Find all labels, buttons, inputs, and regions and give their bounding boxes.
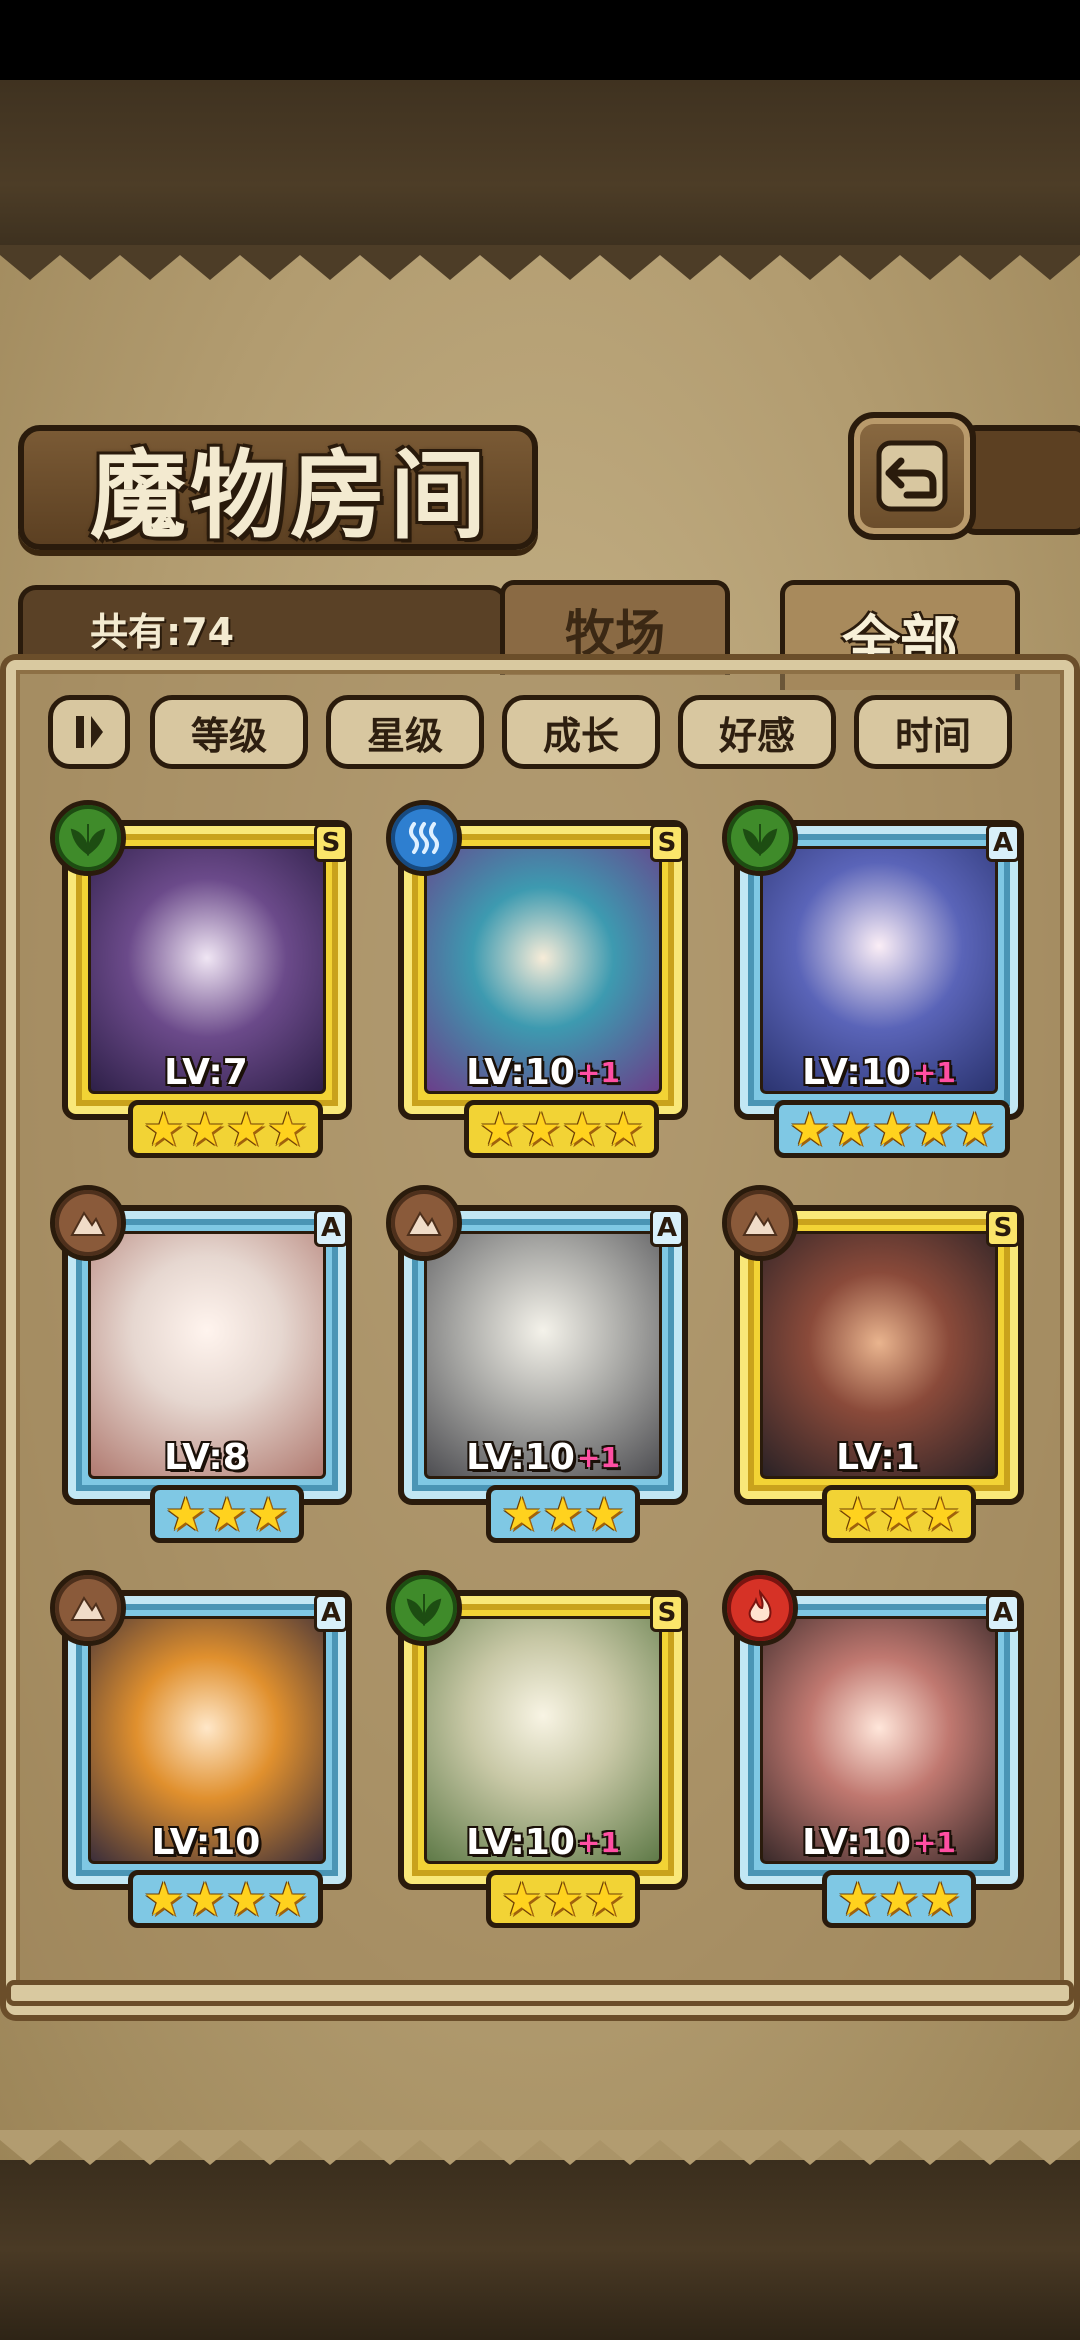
- monster-level: LV:7: [164, 1051, 248, 1093]
- star-rating: ★★★: [486, 1870, 640, 1928]
- back-arrow-icon: [876, 440, 948, 512]
- star-rating: ★★★: [822, 1870, 976, 1928]
- earth-element-icon: [722, 1185, 798, 1261]
- monster-level: LV:1: [836, 1436, 920, 1478]
- sort-by-affection-button[interactable]: 好感: [678, 695, 836, 769]
- monster-card[interactable]: S LV:10 +1 ★★★★: [386, 800, 696, 1160]
- rank-badge: S: [986, 1209, 1020, 1247]
- grass-element-icon: [50, 800, 126, 876]
- monster-count: 共有:74: [90, 609, 235, 654]
- panel-bottom-rail: [6, 1980, 1074, 2006]
- earth-element-icon: [50, 1185, 126, 1261]
- earth-element-icon: [386, 1185, 462, 1261]
- page-title: 魔物房间: [90, 439, 490, 552]
- rank-badge: S: [314, 824, 348, 862]
- map-background-top: [0, 80, 1080, 255]
- sort-order-icon: [76, 716, 103, 748]
- back-button[interactable]: [848, 412, 976, 540]
- status-bar: [0, 0, 1080, 80]
- monster-level: LV:10: [151, 1821, 261, 1863]
- monster-card[interactable]: A LV:10 +1 ★★★: [386, 1185, 696, 1545]
- monster-card[interactable]: A LV:10 +1 ★★★★★: [722, 800, 1032, 1160]
- zigzag-border-bottom: [0, 2130, 1080, 2165]
- water-element-icon: [386, 800, 462, 876]
- monster-level: LV:10 +1: [802, 1051, 956, 1093]
- monster-level: LV:8: [164, 1436, 248, 1478]
- monster-level: LV:10 +1: [466, 1821, 620, 1863]
- monster-card[interactable]: A LV:10 ★★★★: [50, 1570, 360, 1930]
- earth-element-icon: [50, 1570, 126, 1646]
- zigzag-border-top: [0, 245, 1080, 280]
- grass-element-icon: [722, 800, 798, 876]
- monster-card[interactable]: A LV:8 ★★★: [50, 1185, 360, 1545]
- monster-level: LV:10 +1: [802, 1821, 956, 1863]
- rank-badge: A: [986, 1594, 1020, 1632]
- rank-badge: S: [650, 1594, 684, 1632]
- monster-card[interactable]: S LV:1 ★★★: [722, 1185, 1032, 1545]
- star-rating: ★★★★: [128, 1100, 323, 1158]
- rank-badge: A: [986, 824, 1020, 862]
- sort-by-star-button[interactable]: 星级: [326, 695, 484, 769]
- monster-level: LV:10 +1: [466, 1436, 620, 1478]
- back-button-rail: [960, 425, 1080, 535]
- star-rating: ★★★: [822, 1485, 976, 1543]
- monster-level: LV:10 +1: [466, 1051, 620, 1093]
- sort-order-toggle[interactable]: [48, 695, 130, 769]
- sort-by-time-button[interactable]: 时间: [854, 695, 1012, 769]
- monster-card[interactable]: S LV:7 ★★★★: [50, 800, 360, 1160]
- grass-element-icon: [386, 1570, 462, 1646]
- star-rating: ★★★: [150, 1485, 304, 1543]
- star-rating: ★★★★: [464, 1100, 659, 1158]
- rank-badge: A: [314, 1594, 348, 1632]
- fire-element-icon: [722, 1570, 798, 1646]
- rank-badge: S: [650, 824, 684, 862]
- sort-by-growth-button[interactable]: 成长: [502, 695, 660, 769]
- star-rating: ★★★★: [128, 1870, 323, 1928]
- sort-by-level-button[interactable]: 等级: [150, 695, 308, 769]
- star-rating: ★★★★★: [774, 1100, 1011, 1158]
- monster-card[interactable]: A LV:10 +1 ★★★: [722, 1570, 1032, 1930]
- monster-card[interactable]: S LV:10 +1 ★★★: [386, 1570, 696, 1930]
- rank-badge: A: [650, 1209, 684, 1247]
- rank-badge: A: [314, 1209, 348, 1247]
- star-rating: ★★★: [486, 1485, 640, 1543]
- map-background-bottom: [0, 2160, 1080, 2340]
